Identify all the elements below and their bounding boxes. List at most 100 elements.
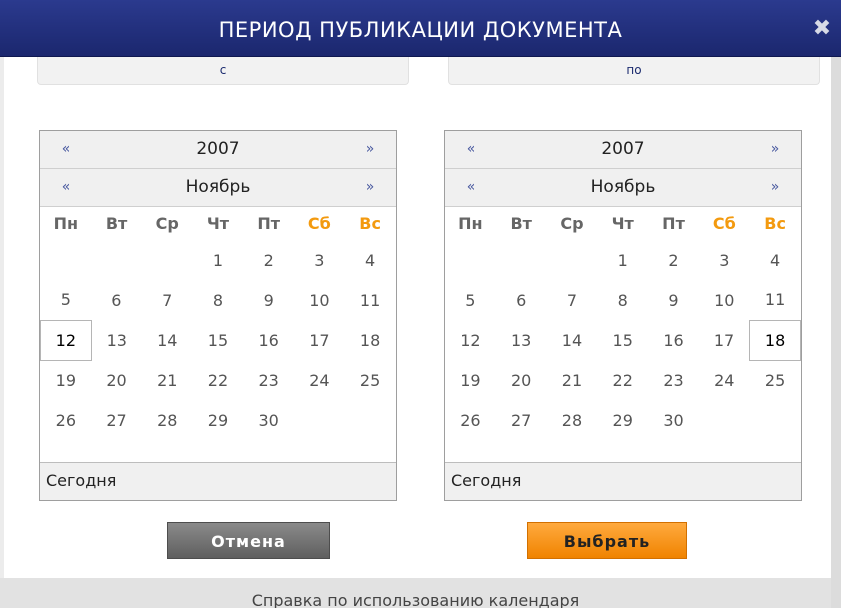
day-cell[interactable]: 29: [193, 400, 244, 440]
weekday-header: Вс: [359, 214, 381, 233]
empty-cell: [294, 400, 345, 440]
day-cell[interactable]: 18: [345, 320, 396, 360]
day-cell[interactable]: 26: [445, 400, 496, 440]
day-cell[interactable]: 12: [445, 320, 496, 360]
next-month-button[interactable]: »: [350, 169, 390, 206]
day-cell[interactable]: 7: [547, 280, 598, 320]
day-cell[interactable]: 24: [699, 360, 750, 400]
prev-year-button[interactable]: «: [451, 131, 491, 168]
help-link[interactable]: Справка по использованию календаря: [0, 578, 831, 608]
day-cell[interactable]: 4: [345, 240, 396, 280]
day-cell[interactable]: 3: [294, 240, 345, 280]
empty-cell: [445, 240, 496, 280]
week-row: 26 27 28 29 30: [445, 400, 801, 440]
cancel-button[interactable]: Отмена: [167, 522, 330, 559]
day-cell[interactable]: 30: [243, 400, 294, 440]
selected-day-cell[interactable]: 12: [40, 319, 92, 361]
day-cell[interactable]: 6: [91, 280, 142, 320]
day-cell[interactable]: 5: [445, 280, 496, 320]
day-cell[interactable]: 15: [597, 320, 648, 360]
day-cell[interactable]: 6: [496, 280, 547, 320]
day-cell[interactable]: 9: [243, 280, 294, 320]
day-cell[interactable]: 4: [750, 240, 801, 280]
year-nav: « 2007 »: [445, 131, 801, 169]
dialog-right-border: [831, 57, 841, 608]
next-year-button[interactable]: »: [755, 131, 795, 168]
day-cell[interactable]: 19: [445, 360, 496, 400]
today-button[interactable]: Сегодня: [40, 462, 396, 500]
weekday-header: Ср: [560, 214, 584, 233]
day-cell[interactable]: 22: [193, 360, 244, 400]
day-cell[interactable]: 14: [547, 320, 598, 360]
day-cell[interactable]: 29: [597, 400, 648, 440]
month-nav: « Ноябрь »: [40, 169, 396, 207]
next-month-button[interactable]: »: [755, 169, 795, 206]
range-to-tab[interactable]: по: [448, 57, 820, 85]
day-cell[interactable]: 22: [597, 360, 648, 400]
week-row: 1234: [41, 240, 396, 280]
close-icon[interactable]: ✖: [811, 18, 833, 40]
day-cell[interactable]: 11: [750, 280, 801, 320]
prev-month-button[interactable]: «: [451, 169, 491, 206]
day-cell[interactable]: 16: [243, 320, 294, 360]
day-cell[interactable]: 5: [41, 280, 92, 320]
day-cell[interactable]: 25: [750, 360, 801, 400]
day-cell[interactable]: 20: [496, 360, 547, 400]
day-cell[interactable]: 27: [496, 400, 547, 440]
dialog-titlebar: ПЕРИОД ПУБЛИКАЦИИ ДОКУМЕНТА ✖: [0, 0, 841, 57]
day-cell[interactable]: 17: [294, 320, 345, 360]
empty-cell: [41, 240, 92, 280]
day-cell[interactable]: 30: [648, 400, 699, 440]
day-cell[interactable]: 27: [91, 400, 142, 440]
weekday-header: Пн: [53, 214, 79, 233]
dialog-left-border: [0, 57, 4, 578]
day-cell[interactable]: 1: [193, 240, 244, 280]
weekday-header: Пт: [257, 214, 280, 233]
day-cell[interactable]: 26: [41, 400, 92, 440]
week-row: 12 13 14 15 16 17 18: [445, 319, 801, 361]
day-cell[interactable]: 13: [91, 320, 142, 360]
weekday-header: Чт: [206, 214, 230, 233]
day-cell[interactable]: 7: [142, 280, 193, 320]
day-cell[interactable]: 21: [547, 360, 598, 400]
range-from-tab[interactable]: с: [37, 57, 409, 85]
day-cell[interactable]: 11: [345, 280, 396, 320]
day-cell[interactable]: 15: [193, 320, 244, 360]
dialog-title: ПЕРИОД ПУБЛИКАЦИИ ДОКУМЕНТА: [218, 18, 623, 42]
day-cell[interactable]: 14: [142, 320, 193, 360]
week-row: 19 20 21 22 23 24 25: [41, 360, 396, 400]
prev-year-button[interactable]: «: [46, 131, 86, 168]
day-cell[interactable]: 10: [699, 280, 750, 320]
day-cell[interactable]: 2: [243, 240, 294, 280]
day-cell[interactable]: 8: [597, 280, 648, 320]
calendar-grid: Пн Вт Ср Чт Пт Сб Вс 1 2 3 4 5 6 7 8 9 10 11 12 13 14 15 16 17…: [445, 207, 801, 440]
day-cell[interactable]: 19: [41, 360, 92, 400]
today-button[interactable]: Сегодня: [445, 462, 801, 500]
day-cell[interactable]: 23: [648, 360, 699, 400]
day-cell[interactable]: 21: [142, 360, 193, 400]
day-cell[interactable]: 25: [345, 360, 396, 400]
prev-month-button[interactable]: «: [46, 169, 86, 206]
year-label: 2007: [601, 139, 645, 159]
day-cell[interactable]: 23: [243, 360, 294, 400]
weekday-header: Чт: [611, 214, 634, 233]
day-cell[interactable]: 9: [648, 280, 699, 320]
day-cell[interactable]: 3: [699, 240, 750, 280]
day-cell[interactable]: 28: [547, 400, 598, 440]
week-row: 12 13 14 15 16 17 18: [40, 319, 396, 361]
day-cell[interactable]: 20: [91, 360, 142, 400]
day-cell[interactable]: 8: [193, 280, 244, 320]
week-row: 26 27 28 29 30: [41, 400, 396, 440]
day-cell[interactable]: 28: [142, 400, 193, 440]
day-cell[interactable]: 1: [597, 240, 648, 280]
select-button[interactable]: Выбрать: [527, 522, 687, 559]
selected-day-cell[interactable]: 18: [749, 319, 801, 361]
empty-cell: [547, 240, 598, 280]
next-year-button[interactable]: »: [350, 131, 390, 168]
day-cell[interactable]: 10: [294, 280, 345, 320]
day-cell[interactable]: 2: [648, 240, 699, 280]
day-cell[interactable]: 16: [648, 320, 699, 360]
day-cell[interactable]: 17: [699, 320, 750, 360]
day-cell[interactable]: 24: [294, 360, 345, 400]
day-cell[interactable]: 13: [496, 320, 547, 360]
